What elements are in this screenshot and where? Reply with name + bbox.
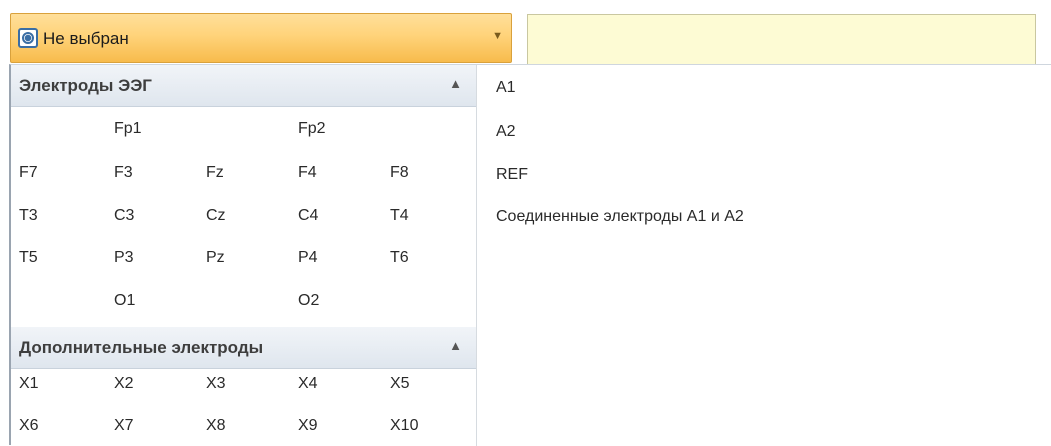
electrode-cell[interactable]: X8: [206, 417, 226, 435]
list-item[interactable]: A2: [496, 123, 516, 141]
electrode-cell[interactable]: C4: [298, 207, 318, 225]
electrode-cell[interactable]: P3: [114, 249, 134, 267]
top-bar: Не выбран ▼: [0, 0, 1051, 66]
electrode-cell[interactable]: X5: [390, 375, 410, 393]
reference-list-pane: A1 A2 REF Соединенные электроды A1 и A2: [477, 65, 1051, 446]
electrode-cell[interactable]: P4: [298, 249, 318, 267]
group-title: Электроды ЭЭГ: [19, 76, 152, 95]
electrode-cell[interactable]: T4: [390, 207, 409, 225]
list-item[interactable]: Соединенные электроды A1 и A2: [496, 208, 744, 226]
electrode-cell[interactable]: O2: [298, 292, 319, 310]
electrode-selector-combobox[interactable]: Не выбран ▼: [10, 13, 512, 63]
electrode-cell[interactable]: F3: [114, 164, 133, 182]
radio-icon: [18, 28, 38, 48]
electrode-cell[interactable]: T5: [19, 249, 38, 267]
electrode-cell[interactable]: O1: [114, 292, 135, 310]
electrode-cell[interactable]: Fp1: [114, 120, 142, 138]
electrode-cell[interactable]: F4: [298, 164, 317, 182]
electrode-cell[interactable]: X2: [114, 375, 134, 393]
group-header-eeg[interactable]: Электроды ЭЭГ ▲: [11, 65, 476, 107]
electrode-cell[interactable]: T6: [390, 249, 409, 267]
electrode-cell[interactable]: Pz: [206, 249, 225, 267]
electrode-grid-pane: Электроды ЭЭГ ▲ Fp1 Fp2 F7 F3 Fz F4 F8 T…: [11, 65, 477, 446]
combobox-value: Не выбран: [43, 29, 129, 48]
list-item[interactable]: A1: [496, 79, 516, 97]
electrode-cell[interactable]: X10: [390, 417, 418, 435]
collapse-caret-icon[interactable]: ▲: [449, 338, 462, 353]
electrode-cell[interactable]: X3: [206, 375, 226, 393]
group-header-additional[interactable]: Дополнительные электроды ▲: [11, 327, 476, 369]
electrode-cell[interactable]: X4: [298, 375, 318, 393]
electrode-cell[interactable]: X6: [19, 417, 39, 435]
electrode-cell[interactable]: C3: [114, 207, 134, 225]
electrode-cell[interactable]: Fz: [206, 164, 224, 182]
electrode-cell[interactable]: X7: [114, 417, 134, 435]
group-title: Дополнительные электроды: [19, 338, 264, 357]
collapse-caret-icon[interactable]: ▲: [449, 76, 462, 91]
electrode-dropdown-panel: Электроды ЭЭГ ▲ Fp1 Fp2 F7 F3 Fz F4 F8 T…: [9, 64, 1051, 446]
electrode-cell[interactable]: X9: [298, 417, 318, 435]
electrode-cell[interactable]: X1: [19, 375, 39, 393]
yellow-preview-panel: [527, 14, 1036, 66]
electrode-cell[interactable]: Fp2: [298, 120, 326, 138]
electrode-cell[interactable]: Cz: [206, 207, 226, 225]
list-item[interactable]: REF: [496, 166, 528, 184]
electrode-cell[interactable]: F8: [390, 164, 409, 182]
electrode-cell[interactable]: F7: [19, 164, 38, 182]
electrode-cell[interactable]: T3: [19, 207, 38, 225]
dropdown-arrow-icon[interactable]: ▼: [492, 30, 503, 42]
